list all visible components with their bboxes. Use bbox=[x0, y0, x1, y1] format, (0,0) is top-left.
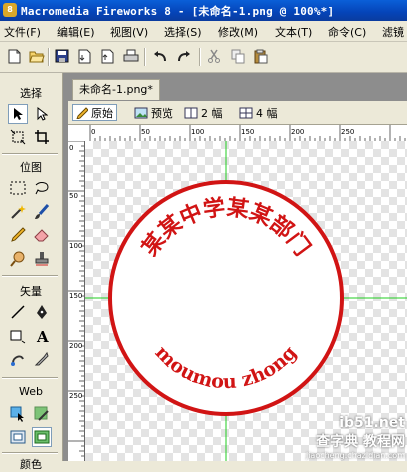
print-icon[interactable] bbox=[123, 48, 139, 64]
toolbar-separator bbox=[144, 48, 146, 66]
tools-panel: 选择 位图 矢量 A Web 颜色 bbox=[0, 73, 63, 471]
tab-original-label: 原始 bbox=[91, 106, 113, 120]
paste-icon[interactable] bbox=[253, 48, 269, 64]
rubber-stamp-tool-icon[interactable] bbox=[32, 249, 52, 269]
panel-separator bbox=[2, 452, 58, 454]
marquee-tool-icon[interactable] bbox=[8, 178, 28, 198]
hide-slices-icon[interactable] bbox=[8, 427, 28, 447]
show-slices-icon[interactable] bbox=[32, 427, 52, 447]
horizontal-ruler: 0 50 100 150 200 250 bbox=[68, 125, 407, 142]
menu-commands[interactable]: 命令(C) bbox=[328, 24, 366, 40]
document-canvas[interactable]: 某某中学某某部门 moumou zhong ib51.net 查字典 教程网 j… bbox=[85, 141, 407, 461]
watermark: ib51.net 查字典 教程网 jiaocheng.chazidian.com bbox=[306, 415, 405, 460]
ruler-left-label: 250 bbox=[69, 392, 82, 400]
pen-tool-icon[interactable] bbox=[32, 302, 52, 322]
vector-section-heading: 矢量 bbox=[20, 285, 42, 298]
web-section-heading: Web bbox=[19, 385, 43, 398]
pointer-tool-icon[interactable] bbox=[8, 104, 28, 124]
menu-view[interactable]: 视图(V) bbox=[110, 24, 148, 40]
ruler-left-label: 200 bbox=[69, 342, 82, 350]
slice-tool-icon[interactable] bbox=[32, 404, 52, 424]
copy-icon[interactable] bbox=[230, 48, 246, 64]
rectangle-tool-icon[interactable] bbox=[8, 326, 28, 346]
pencil-icon bbox=[76, 106, 88, 119]
ruler-left-label: 0 bbox=[69, 144, 73, 152]
document-area: 未命名-1.png* 原始 预览 2 幅 4 幅 0 50 100 150 20… bbox=[63, 73, 407, 461]
colors-section-heading: 颜色 bbox=[20, 458, 42, 471]
open-folder-icon[interactable] bbox=[29, 48, 45, 64]
new-file-icon[interactable] bbox=[6, 48, 22, 64]
ruler-left-label: 50 bbox=[69, 192, 78, 200]
menu-modify[interactable]: 修改(M) bbox=[218, 24, 258, 40]
vertical-ruler: 0 50 100 150 200 250 bbox=[68, 141, 85, 461]
cut-icon[interactable] bbox=[206, 48, 222, 64]
title-bar: 8 Macromedia Fireworks 8 - [未命名-1.png @ … bbox=[0, 0, 407, 21]
ruler-top-label: 200 bbox=[291, 128, 304, 136]
import-icon[interactable] bbox=[77, 48, 93, 64]
menu-edit[interactable]: 编辑(E) bbox=[57, 24, 95, 40]
knife-tool-icon[interactable] bbox=[32, 349, 52, 369]
tab-2-up-label: 2 幅 bbox=[201, 106, 223, 120]
line-tool-icon[interactable] bbox=[8, 302, 28, 322]
undo-icon[interactable] bbox=[152, 48, 168, 64]
freeform-tool-icon[interactable] bbox=[8, 349, 28, 369]
fireworks-app-icon: 8 bbox=[3, 3, 17, 17]
eraser-tool-icon[interactable] bbox=[32, 225, 52, 245]
panel-separator bbox=[2, 275, 58, 277]
bitmap-section-heading: 位图 bbox=[20, 161, 42, 174]
preview-image-icon bbox=[134, 107, 148, 118]
four-up-icon bbox=[239, 107, 253, 118]
magic-wand-tool-icon[interactable] bbox=[8, 202, 28, 222]
menu-bar: 文件(F) 编辑(E) 视图(V) 选择(S) 修改(M) 文本(T) 命令(C… bbox=[0, 21, 407, 42]
ruler-left-label: 100 bbox=[69, 242, 82, 250]
select-section-heading: 选择 bbox=[20, 87, 42, 100]
lasso-tool-icon[interactable] bbox=[32, 178, 52, 198]
watermark-line-3: jiaocheng.chazidian.com bbox=[305, 451, 405, 460]
ruler-top-label: 0 bbox=[91, 128, 95, 136]
pencil-tool-icon[interactable] bbox=[8, 225, 28, 245]
crop-tool-icon[interactable] bbox=[32, 127, 52, 147]
redo-icon[interactable] bbox=[176, 48, 192, 64]
tab-4-up-label: 4 幅 bbox=[256, 106, 278, 120]
toolbar-separator bbox=[199, 48, 201, 66]
panel-separator bbox=[2, 153, 58, 155]
tab-2-up[interactable]: 2 幅 bbox=[181, 104, 226, 121]
save-icon[interactable] bbox=[54, 48, 70, 64]
menu-filters[interactable]: 滤镜 bbox=[382, 24, 404, 40]
stamp-artwork: 某某中学某某部门 moumou zhong bbox=[85, 141, 407, 461]
main-toolbar bbox=[0, 42, 407, 73]
menu-select[interactable]: 选择(S) bbox=[164, 24, 202, 40]
scale-tool-icon[interactable] bbox=[8, 127, 28, 147]
watermark-line-2: 查字典 教程网 bbox=[316, 434, 405, 450]
panel-separator bbox=[2, 377, 58, 379]
menu-file[interactable]: 文件(F) bbox=[4, 24, 41, 40]
ruler-left-label: 150 bbox=[69, 292, 82, 300]
subselection-tool-icon[interactable] bbox=[32, 104, 52, 124]
menu-text[interactable]: 文本(T) bbox=[275, 24, 312, 40]
view-mode-bar: 原始 预览 2 幅 4 幅 bbox=[68, 101, 407, 125]
window-title: Macromedia Fireworks 8 - [未命名-1.png @ 10… bbox=[21, 5, 335, 18]
document-tab[interactable]: 未命名-1.png* bbox=[72, 79, 160, 100]
ruler-top-label: 250 bbox=[341, 128, 354, 136]
tab-original[interactable]: 原始 bbox=[72, 104, 117, 121]
tab-4-up[interactable]: 4 幅 bbox=[236, 104, 281, 121]
tab-preview[interactable]: 预览 bbox=[131, 104, 176, 121]
ruler-top-label: 100 bbox=[191, 128, 204, 136]
ruler-top-label: 50 bbox=[141, 128, 150, 136]
blur-tool-icon[interactable] bbox=[8, 249, 28, 269]
export-icon[interactable] bbox=[100, 48, 116, 64]
two-up-icon bbox=[184, 107, 198, 118]
text-tool-icon[interactable]: A bbox=[32, 326, 52, 346]
watermark-line-1: ib51.net bbox=[339, 415, 405, 431]
tab-preview-label: 预览 bbox=[151, 106, 173, 120]
toolbar-separator bbox=[48, 48, 50, 66]
svg-text:A: A bbox=[36, 328, 49, 344]
brush-tool-icon[interactable] bbox=[32, 202, 52, 222]
ruler-top-label: 150 bbox=[241, 128, 254, 136]
hotspot-tool-icon[interactable] bbox=[8, 404, 28, 424]
